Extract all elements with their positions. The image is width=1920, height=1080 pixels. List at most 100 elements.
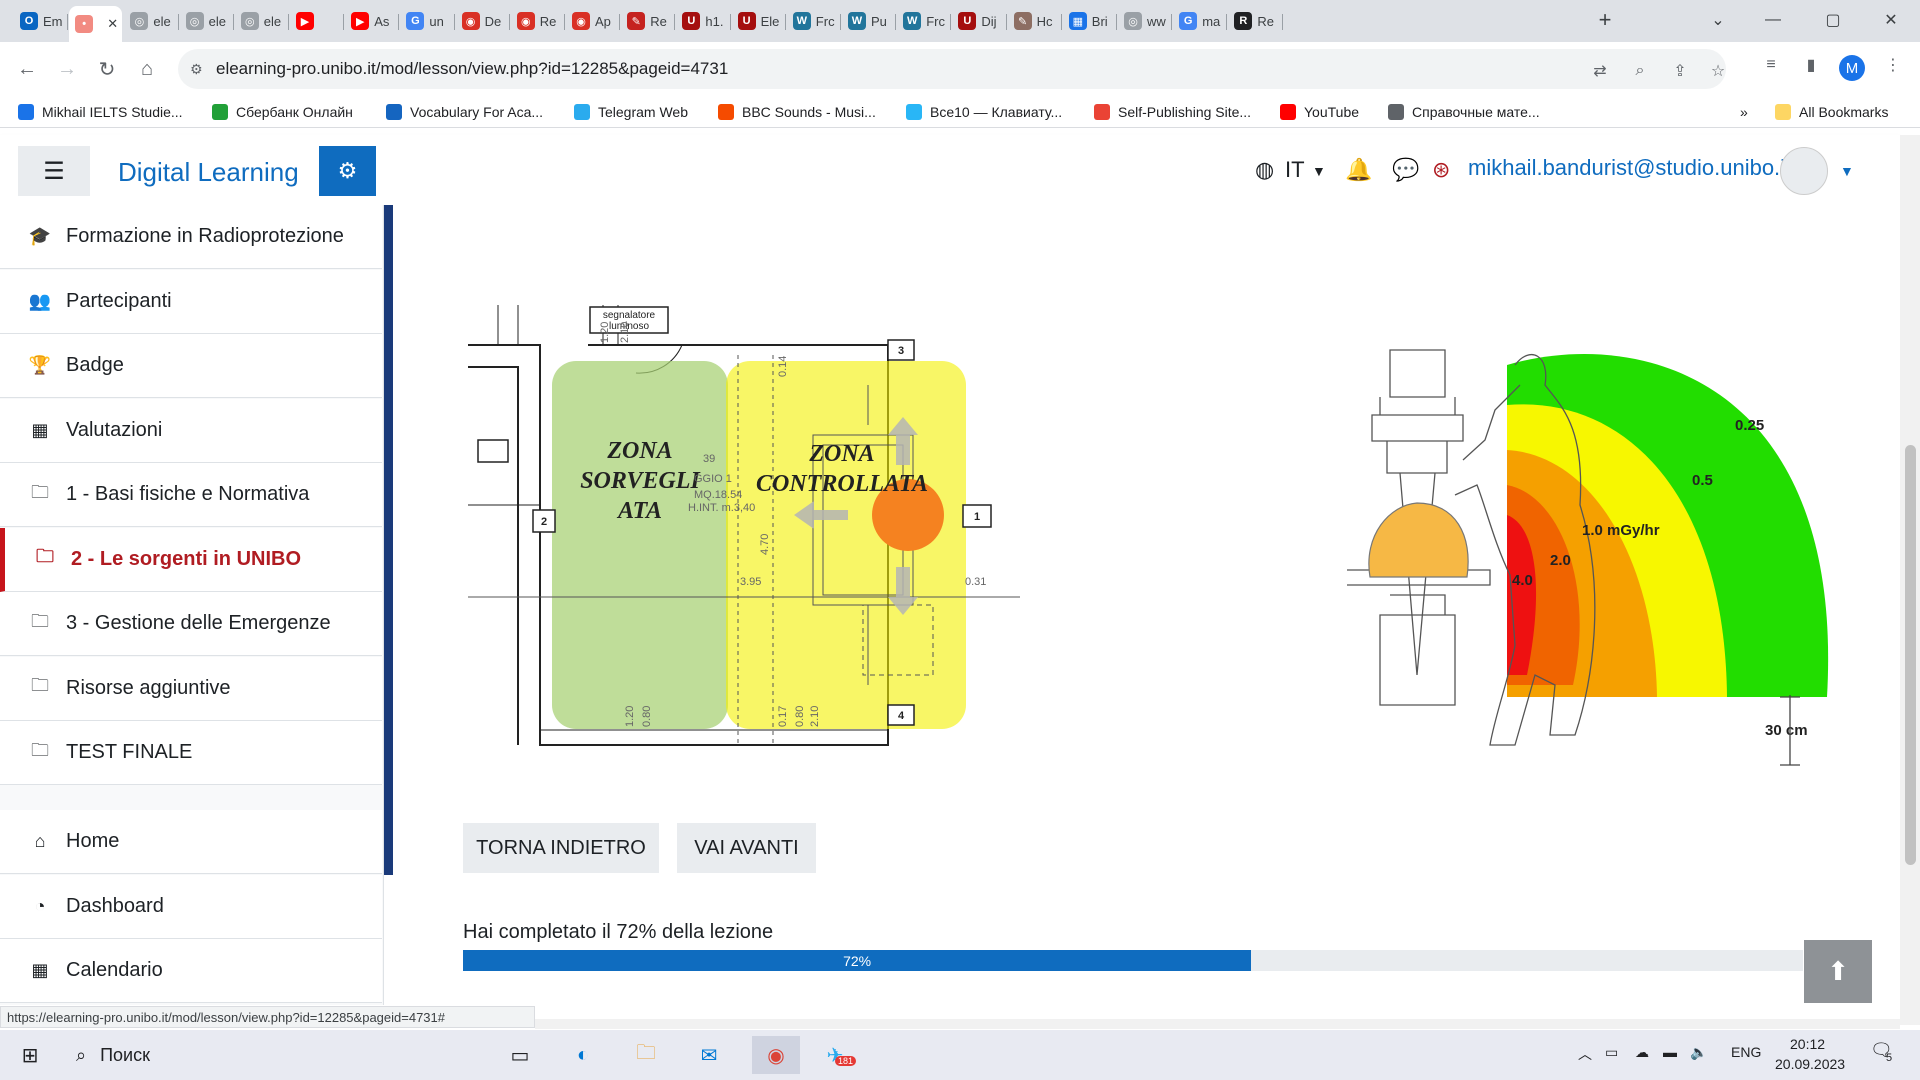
chrome-icon[interactable]: ◉ — [752, 1036, 800, 1074]
bookmarks-overflow-button[interactable]: » — [1740, 102, 1748, 122]
browser-tab[interactable]: ◎ ele — [235, 6, 288, 36]
sidebar-item[interactable]: ◔ Dashboard — [0, 874, 382, 939]
sidebar-item[interactable]: 🗀 1 - Basi fisiche e Normativa — [0, 463, 382, 527]
page-scrollbar[interactable] — [1900, 135, 1920, 1025]
back-button[interactable]: TORNA INDIETRO — [463, 823, 659, 873]
browser-tab[interactable]: W Pu — [842, 6, 895, 36]
browser-tab[interactable]: Uh1. — [676, 6, 729, 36]
browser-tab[interactable]: ▶ As — [345, 6, 398, 36]
side-panel-icon[interactable]: ▮ — [1798, 52, 1824, 78]
profile-avatar[interactable]: M — [1839, 55, 1865, 81]
next-button[interactable]: VAI AVANTI — [677, 823, 816, 873]
telegram-icon[interactable]: ✈ 181 — [815, 1036, 857, 1074]
horizontal-scrollbar[interactable] — [535, 1019, 1900, 1029]
user-menu-chevron-icon[interactable]: ▼ — [1840, 163, 1854, 179]
tray-volume-icon[interactable]: 🔈 — [1690, 1044, 1707, 1061]
bookmark-item[interactable]: Vocabulary For Aca... — [386, 102, 543, 122]
drawer-toggle-button[interactable]: ☰ — [18, 146, 90, 196]
scrollbar-thumb[interactable] — [1905, 445, 1916, 865]
mail-icon[interactable]: ✉ — [689, 1036, 729, 1074]
file-explorer-icon[interactable]: 🗀 — [626, 1036, 666, 1074]
tab-search-icon[interactable]: ⌄ — [1690, 0, 1746, 40]
windows-start-icon[interactable]: ⊞ — [10, 1036, 50, 1074]
sidebar-item[interactable]: 🏆 Badge — [0, 334, 382, 398]
browser-tab[interactable]: W Frc — [787, 6, 840, 36]
tray-date[interactable]: 20.09.2023 — [1775, 1056, 1845, 1072]
chevron-down-icon[interactable]: ▼ — [1312, 163, 1326, 179]
new-tab-icon[interactable]: + — [1585, 0, 1625, 40]
tray-time[interactable]: 20:12 — [1790, 1036, 1825, 1052]
browser-tab[interactable]: R Re — [1228, 6, 1281, 36]
bookmark-item[interactable]: YouTube — [1280, 102, 1359, 122]
forward-arrow-icon[interactable]: → — [50, 52, 84, 86]
browser-tab[interactable]: ▦ Bri — [1063, 6, 1116, 36]
browser-tab[interactable]: ◉ De — [456, 6, 509, 36]
taskbar-search[interactable]: ⌕ Поиск — [60, 1036, 480, 1074]
task-view-icon[interactable]: ▭ — [500, 1036, 540, 1074]
browser-tab[interactable]: Gun — [400, 6, 453, 36]
tray-chevron-icon[interactable]: ︿ — [1578, 1044, 1592, 1064]
browser-tab[interactable]: O Em — [14, 6, 67, 36]
edge-icon[interactable]: ◐ — [563, 1036, 603, 1074]
browser-tab[interactable]: ◎ ele — [180, 6, 233, 36]
messages-icon[interactable]: 💬 — [1392, 157, 1419, 183]
address-bar[interactable]: ⚙ elearning-pro.unibo.it/mod/lesson/view… — [178, 49, 1726, 89]
home-icon[interactable]: ⌂ — [130, 52, 164, 86]
sidebar-item[interactable]: 🗀 Risorse aggiuntive — [0, 656, 382, 721]
all-bookmarks-button[interactable]: All Bookmarks — [1775, 102, 1888, 122]
browser-tab[interactable]: • ✕ — [69, 6, 123, 42]
browser-tab[interactable]: U Ele — [732, 6, 785, 36]
sidebar-item[interactable]: 🎓 Formazione in Radioprotezione — [0, 205, 382, 269]
browser-tab[interactable]: ▶ — [290, 6, 343, 36]
reload-icon[interactable]: ↻ — [90, 52, 124, 86]
bookmark-item[interactable]: Все10 — Клавиату... — [906, 102, 1062, 122]
language-globe-icon[interactable]: ◍ — [1255, 157, 1274, 183]
minimize-icon[interactable]: — — [1745, 0, 1801, 40]
sidebar-item[interactable]: ▦ Calendario — [0, 939, 382, 1003]
browser-tab[interactable]: Gma — [1173, 6, 1226, 36]
reading-list-icon[interactable]: ≡ — [1758, 52, 1784, 78]
browser-tab[interactable]: ✎ Hc — [1008, 6, 1061, 36]
bookmark-star-icon[interactable]: ☆ — [1706, 59, 1730, 83]
sidebar-item[interactable]: ▦ Valutazioni — [0, 398, 382, 463]
sidebar-item[interactable]: ⌂ Home — [0, 810, 382, 874]
sidebar-item[interactable]: 🗀 3 - Gestione delle Emergenze — [0, 592, 382, 656]
translate-icon[interactable]: ⇄ — [1588, 59, 1612, 83]
zoom-icon[interactable]: ⌕ — [1628, 59, 1652, 83]
bookmark-item[interactable]: Telegram Web — [574, 102, 688, 122]
maximize-icon[interactable]: ▢ — [1805, 0, 1861, 40]
address-url[interactable]: elearning-pro.unibo.it/mod/lesson/view.p… — [216, 59, 728, 79]
sidebar-item[interactable]: 🗀 2 - Le sorgenti in UNIBO — [0, 527, 382, 592]
browser-tab[interactable]: U Dij — [952, 6, 1005, 36]
bookmark-item[interactable]: Mikhail IELTS Studie... — [18, 102, 183, 122]
share-icon[interactable]: ⇪ — [1668, 59, 1692, 83]
language-selector[interactable]: IT — [1285, 157, 1305, 183]
sidebar-item[interactable]: 🗀 TEST FINALE — [0, 721, 382, 785]
tray-language[interactable]: ENG — [1731, 1044, 1761, 1060]
notifications-bell-icon[interactable]: 🔔 — [1345, 157, 1372, 183]
browser-tab[interactable]: ◎ ele — [124, 6, 177, 36]
tray-battery-icon[interactable]: ▬ — [1663, 1044, 1677, 1060]
bookmark-item[interactable]: Self-Publishing Site... — [1094, 102, 1251, 122]
back-to-top-button[interactable]: ⬆ — [1804, 940, 1872, 1003]
tab-close-icon[interactable]: ✕ — [107, 16, 118, 32]
bookmark-item[interactable]: Справочные мате... — [1388, 102, 1540, 122]
site-name-link[interactable]: Digital Learning — [118, 157, 299, 188]
browser-tab[interactable]: ◉ Ap — [566, 6, 619, 36]
browser-tab[interactable]: ◉ Re — [511, 6, 564, 36]
user-email[interactable]: mikhail.bandurist@studio.unibo.it — [1468, 155, 1791, 181]
sidebar-item[interactable]: 👥 Partecipanti — [0, 269, 382, 334]
tray-onedrive-icon[interactable]: ☁ — [1635, 1044, 1649, 1061]
bookmark-item[interactable]: BBC Sounds - Musi... — [718, 102, 876, 122]
back-arrow-icon[interactable]: ← — [10, 52, 44, 86]
course-settings-button[interactable]: ⚙ — [319, 146, 376, 196]
browser-tab[interactable]: ✎ Re — [621, 6, 674, 36]
tray-network-icon[interactable]: ▭ — [1605, 1044, 1618, 1061]
bookmark-item[interactable]: Сбербанк Онлайн — [212, 102, 353, 122]
user-avatar[interactable] — [1780, 147, 1828, 195]
site-info-icon[interactable]: ⚙ — [190, 61, 206, 77]
browser-tab[interactable]: ◎ ww — [1118, 6, 1171, 36]
browser-menu-icon[interactable]: ⋮ — [1880, 52, 1906, 78]
browser-tab[interactable]: W Frc — [897, 6, 950, 36]
close-window-icon[interactable]: ✕ — [1863, 0, 1919, 40]
